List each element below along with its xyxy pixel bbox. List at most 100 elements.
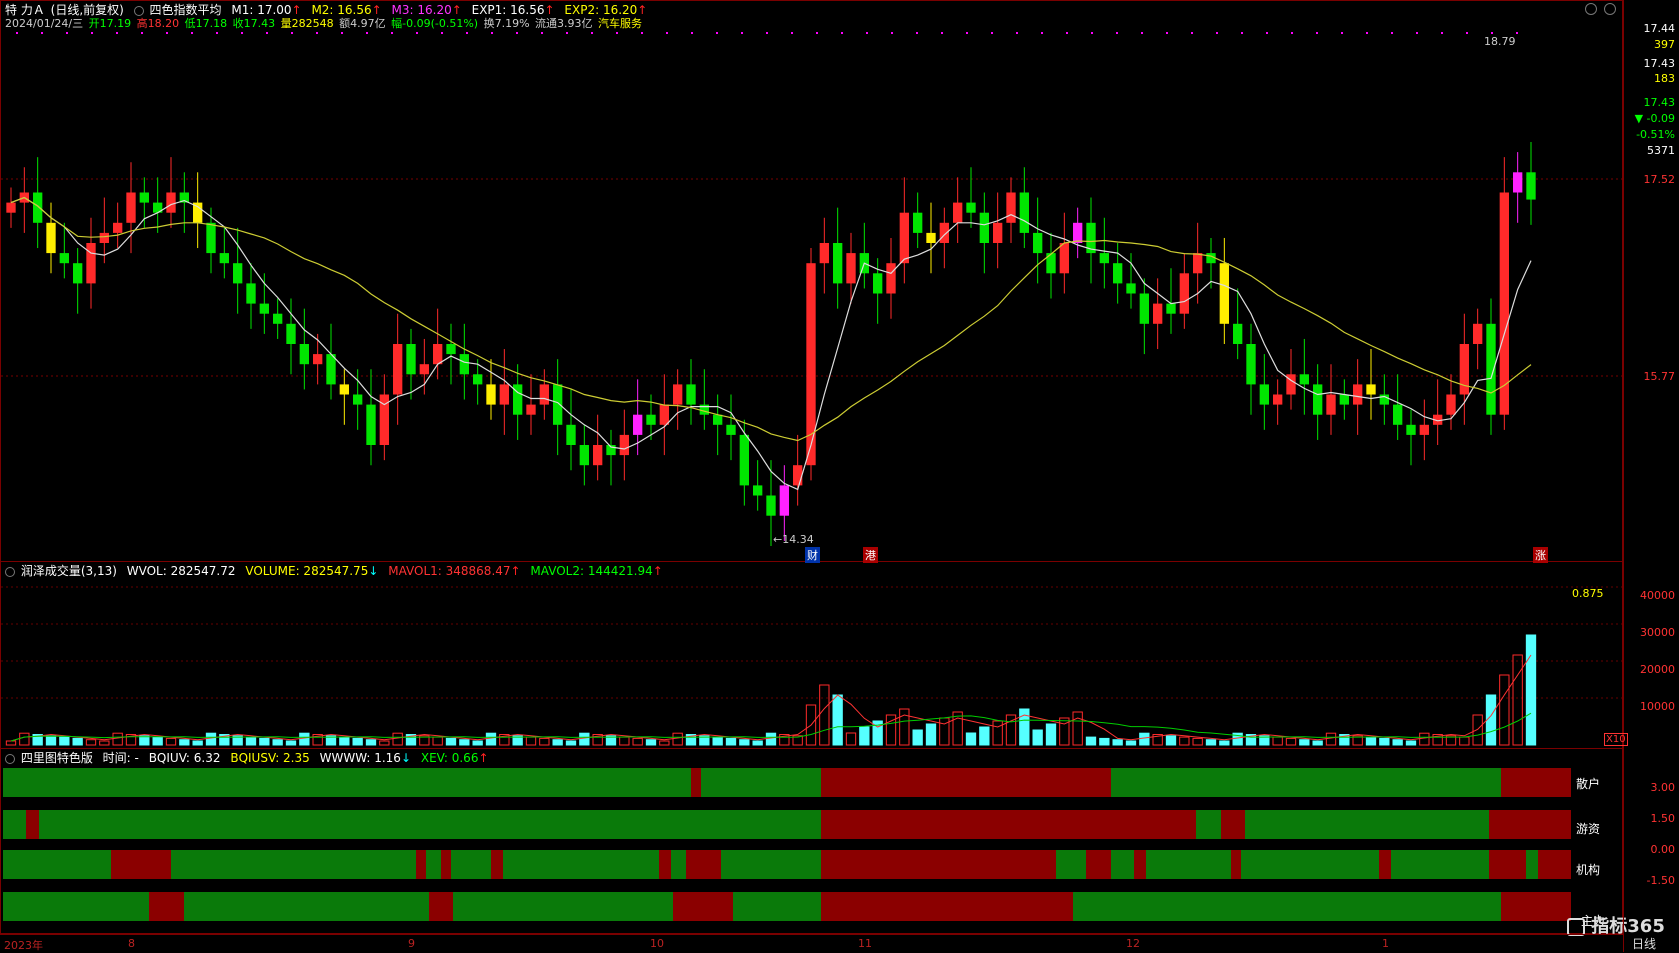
volume-bar bbox=[525, 736, 537, 746]
candle-body bbox=[499, 384, 509, 405]
signal-dot bbox=[516, 32, 518, 34]
band-label-hot-money: 游资 bbox=[1576, 822, 1601, 836]
candle-body bbox=[366, 404, 376, 445]
signal-dot bbox=[741, 32, 743, 34]
candle-body bbox=[939, 222, 949, 243]
event-tag-cai[interactable]: 财 bbox=[805, 547, 820, 563]
time-tick-oct: 10 bbox=[650, 937, 664, 950]
volume-bar bbox=[1499, 674, 1510, 746]
volume-bar bbox=[192, 740, 203, 746]
volume-bar bbox=[992, 720, 1003, 746]
event-tag-gang[interactable]: 港 bbox=[863, 547, 878, 563]
volume-bar bbox=[1112, 739, 1123, 746]
band-1-base bbox=[3, 768, 1571, 797]
volume-bar bbox=[1032, 729, 1043, 746]
volume-ratio: 0.875 bbox=[1572, 587, 1604, 600]
candle-body bbox=[966, 202, 976, 213]
volume-bar bbox=[659, 740, 670, 746]
axis-change-pct: -0.51% bbox=[1636, 128, 1675, 141]
volume-bar bbox=[339, 736, 350, 746]
volume-bar bbox=[152, 736, 163, 746]
time-tick-dec: 12 bbox=[1126, 937, 1140, 950]
volume-bar bbox=[259, 737, 270, 746]
candle-body bbox=[593, 445, 603, 466]
volume-bar bbox=[1045, 723, 1057, 746]
volume-bar bbox=[5, 740, 17, 746]
signal-dot bbox=[241, 32, 243, 34]
band-1-segment bbox=[821, 768, 1111, 797]
candle-body bbox=[59, 253, 69, 264]
candlestick-chart[interactable] bbox=[1, 1, 1622, 561]
volume-bar bbox=[392, 732, 403, 746]
volume-bar bbox=[1379, 737, 1390, 746]
band-label-institution: 机构 bbox=[1576, 863, 1601, 877]
candle-body bbox=[299, 344, 309, 365]
volume-bar bbox=[819, 684, 830, 746]
candle-body bbox=[1113, 263, 1123, 284]
signal-dot bbox=[616, 32, 618, 34]
volume-bar bbox=[1285, 737, 1297, 746]
candle-body bbox=[339, 384, 349, 395]
candle-body bbox=[139, 192, 149, 203]
candle-body bbox=[1246, 344, 1256, 385]
candle-body bbox=[206, 222, 216, 254]
volume-bar bbox=[1139, 732, 1150, 746]
candle-body bbox=[953, 202, 963, 223]
volume-bar bbox=[1419, 732, 1430, 746]
volume-bar bbox=[859, 726, 870, 746]
volume-chart[interactable] bbox=[1, 562, 1622, 749]
ind-axis-0: 0.00 bbox=[1650, 843, 1676, 856]
candle-body bbox=[553, 384, 563, 425]
signal-dot bbox=[941, 32, 943, 34]
candle-body bbox=[1446, 394, 1456, 415]
signal-dot bbox=[716, 32, 718, 34]
candle-body bbox=[1299, 374, 1309, 385]
event-tag-zhang[interactable]: 涨 bbox=[1533, 547, 1548, 563]
band-3-segment bbox=[1134, 850, 1146, 879]
volume-bar bbox=[579, 732, 590, 746]
candle-body bbox=[219, 253, 229, 264]
signal-dot bbox=[116, 32, 118, 34]
candle-body bbox=[1233, 323, 1243, 344]
candle-body bbox=[539, 384, 549, 405]
volume-bar bbox=[45, 735, 57, 746]
candle-body bbox=[659, 404, 669, 425]
volume-bar bbox=[112, 732, 123, 746]
volume-bar bbox=[1299, 739, 1310, 746]
axis-price-3: 17.43 bbox=[1643, 57, 1676, 70]
volume-bar bbox=[445, 737, 457, 746]
band-2-segment bbox=[821, 810, 1196, 839]
candle-body bbox=[1326, 394, 1336, 415]
price-chart-panel[interactable]: 特 力Ａ (日线,前复权) 四色指数平均 M1: 17.00↑ M2: 16.5… bbox=[0, 0, 1623, 563]
indicator-panel[interactable]: 四里图特色版 时间: - BQIUV: 6.32 BQIUSV: 2.35 WW… bbox=[0, 749, 1665, 937]
signal-dot bbox=[1066, 32, 1068, 34]
candle-body bbox=[913, 212, 923, 233]
volume-bar bbox=[1525, 634, 1537, 746]
volume-bar bbox=[1485, 694, 1497, 746]
volume-panel[interactable]: 润泽成交量(3,13) WVOL: 282547.72 VOLUME: 2825… bbox=[0, 562, 1623, 749]
volume-bar bbox=[1192, 737, 1203, 746]
candle-body bbox=[1073, 222, 1083, 243]
volume-bar bbox=[85, 739, 97, 746]
volume-bar bbox=[245, 736, 257, 746]
four-band-indicator[interactable] bbox=[1, 749, 1622, 934]
volume-bar bbox=[1272, 736, 1283, 746]
band-3-segment bbox=[1086, 850, 1111, 879]
period-label[interactable]: 日线 bbox=[1632, 935, 1656, 952]
candle-body bbox=[486, 384, 496, 405]
volume-bar bbox=[379, 740, 390, 746]
signal-dot bbox=[791, 32, 793, 34]
band-3-segment bbox=[491, 850, 503, 879]
candle-body bbox=[1339, 394, 1349, 405]
candle-body bbox=[1019, 192, 1029, 233]
candle-body bbox=[473, 374, 483, 385]
volume-bar bbox=[1125, 740, 1137, 746]
signal-dot bbox=[1341, 32, 1343, 34]
signal-dot bbox=[1491, 32, 1493, 34]
axis-value-4: 183 bbox=[1654, 72, 1675, 85]
candle-body bbox=[886, 263, 896, 294]
volume-bar bbox=[765, 732, 777, 746]
mavol2-line bbox=[10, 712, 1532, 742]
candle-body bbox=[406, 344, 416, 375]
band-3-segment bbox=[111, 850, 171, 879]
